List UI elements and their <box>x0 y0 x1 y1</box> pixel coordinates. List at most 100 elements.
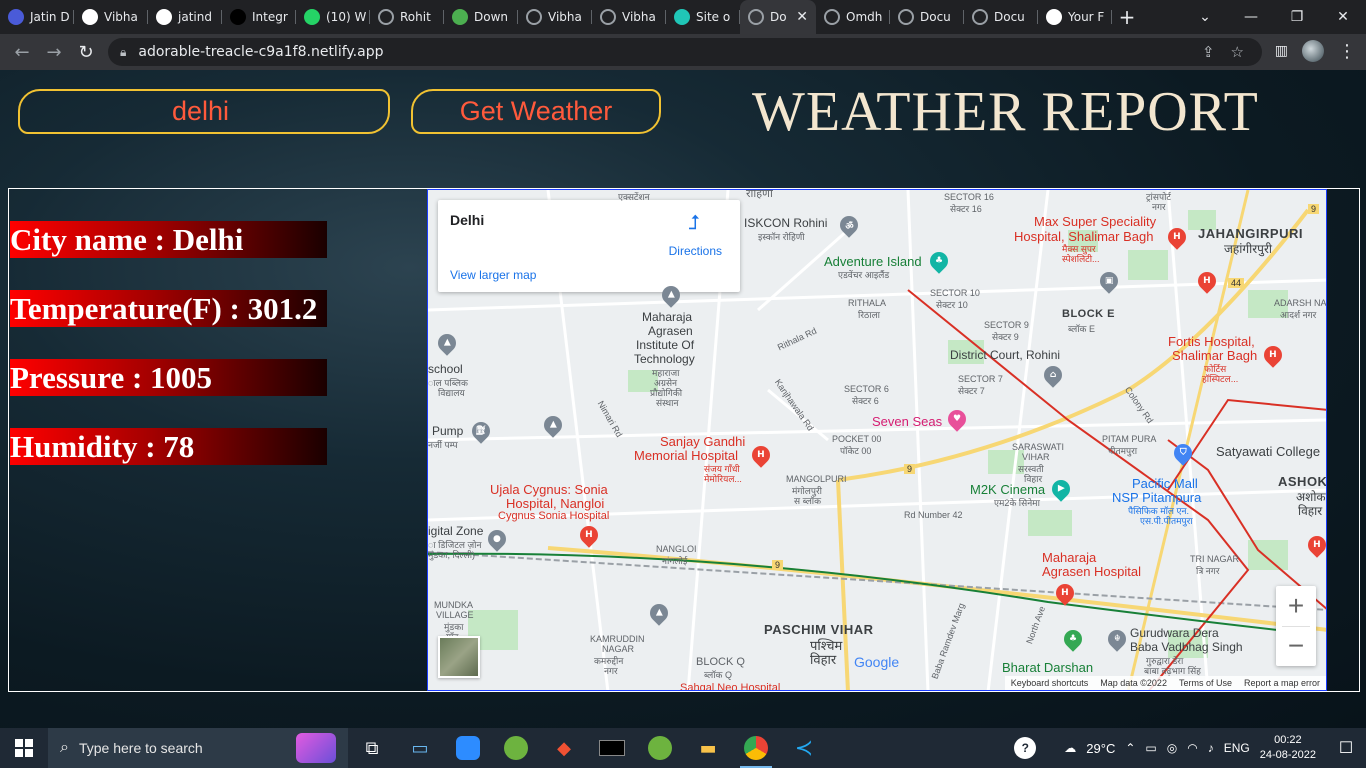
satellite-toggle[interactable] <box>438 636 480 678</box>
windows-taskbar: ⌕ Type here to search ⧉ ▭ ◆ ▬ ≺ ? ☁ 29°C… <box>0 728 1366 768</box>
menu-kebab-icon[interactable]: ⋮ <box>1338 41 1356 62</box>
pressure-line: Pressure : 1005 <box>10 359 327 396</box>
language-indicator[interactable]: ENG <box>1224 741 1250 755</box>
map-label: ISKCON Rohini <box>744 216 828 230</box>
get-weather-button[interactable]: Get Weather <box>411 89 661 134</box>
battery-icon[interactable]: ▭ <box>1145 741 1156 755</box>
map-label: नगर <box>1152 202 1166 212</box>
camera-icon[interactable]: ◎ <box>1167 741 1177 755</box>
close-tab-icon[interactable]: ✕ <box>796 9 808 25</box>
directions-icon[interactable]: ⮥ <box>684 212 704 232</box>
map-label: M2K Cinema <box>970 482 1046 497</box>
github-icon <box>1046 9 1062 25</box>
minimize-button[interactable]: — <box>1228 9 1274 25</box>
search-icon: ⌕ <box>60 739 69 756</box>
share-icon[interactable]: ⇪ <box>1202 43 1215 61</box>
url-text: adorable-treacle-c9a1f8.netlify.app <box>138 44 384 60</box>
windows-logo-icon <box>15 739 33 757</box>
file-transfer-icon[interactable]: ▭ <box>396 728 444 768</box>
spring-tool-icon-2[interactable] <box>636 728 684 768</box>
forward-button[interactable]: → <box>38 42 70 63</box>
side-panel-icon[interactable]: ▥ <box>1275 43 1288 59</box>
browser-tab[interactable]: Jatin D <box>0 0 74 34</box>
restore-button[interactable]: ❐ <box>1274 9 1320 25</box>
reload-button[interactable]: ↻ <box>70 42 102 63</box>
help-icon[interactable]: ? <box>1014 737 1037 759</box>
terminal-icon[interactable] <box>588 728 636 768</box>
volume-icon[interactable]: ♪ <box>1208 741 1214 755</box>
browser-tab[interactable]: Docu <box>890 0 964 34</box>
map-place-title: Delhi <box>450 212 485 228</box>
new-tab-button[interactable]: + <box>1112 5 1142 29</box>
browser-tab[interactable]: Do ✕ <box>740 0 816 34</box>
browser-tab[interactable]: Site o <box>666 0 740 34</box>
browser-tab[interactable]: Down <box>444 0 518 34</box>
map-label: KAMRUDDIN <box>590 634 645 644</box>
bookmark-star-icon[interactable]: ☆ <box>1231 43 1244 61</box>
vscode-icon[interactable]: ≺ <box>780 728 828 768</box>
close-window-button[interactable]: ✕ <box>1320 9 1366 25</box>
tab-label: Site o <box>696 10 731 24</box>
report-error-link[interactable]: Report a map error <box>1244 676 1320 690</box>
browser-tab[interactable]: Omdh <box>816 0 890 34</box>
notification-icon[interactable]: ☐ <box>1326 738 1366 758</box>
jp-icon <box>8 9 24 25</box>
map-label: PITAM PURA <box>1102 434 1157 444</box>
wifi-icon[interactable]: ◠ <box>1187 741 1197 755</box>
git-icon[interactable]: ◆ <box>540 728 588 768</box>
browser-tab[interactable]: Docu <box>964 0 1038 34</box>
weather-temp[interactable]: 29°C <box>1086 741 1115 756</box>
task-view-icon[interactable]: ⧉ <box>348 728 396 768</box>
zoom-app-icon[interactable] <box>444 728 492 768</box>
taskbar-search-box[interactable]: ⌕ Type here to search <box>48 728 348 768</box>
clock-time: 00:22 <box>1274 734 1302 746</box>
tab-label: Do <box>770 10 787 24</box>
clock[interactable]: 00:22 24-08-2022 <box>1260 733 1316 763</box>
globe-icon <box>526 9 542 25</box>
browser-tab[interactable]: Vibha <box>592 0 666 34</box>
browser-tab[interactable]: (10) W <box>296 0 370 34</box>
zoom-out-button[interactable]: − <box>1276 626 1316 666</box>
file-explorer-icon[interactable]: ▬ <box>684 728 732 768</box>
map-label: Maharaja <box>1042 550 1097 565</box>
map-label: मेमोरियल... <box>704 474 742 484</box>
browser-tab[interactable]: jatind <box>148 0 222 34</box>
browser-tab[interactable]: Rohit <box>370 0 444 34</box>
map-label: सेक्टर 6 <box>852 396 879 406</box>
start-button[interactable] <box>0 728 48 768</box>
zoom-in-button[interactable]: + <box>1276 586 1316 626</box>
city-input[interactable] <box>18 89 390 134</box>
zoom-control: + − <box>1276 586 1316 666</box>
chevron-up-icon[interactable]: ⌃ <box>1125 741 1135 755</box>
city-name-line: City name : Delhi <box>10 221 327 258</box>
browser-tab[interactable]: Integr <box>222 0 296 34</box>
tab-search-icon[interactable]: ⌄ <box>1182 9 1228 25</box>
back-button[interactable]: ← <box>6 42 38 63</box>
chrome-icon[interactable] <box>732 728 780 768</box>
keyboard-shortcuts-link[interactable]: Keyboard shortcuts <box>1011 676 1089 690</box>
map-label: नांगलोई <box>662 556 688 566</box>
map-label: BLOCK Q <box>696 656 745 668</box>
terms-link[interactable]: Terms of Use <box>1179 676 1232 690</box>
browser-tab[interactable]: Vibha <box>74 0 148 34</box>
spring-tool-icon[interactable] <box>492 728 540 768</box>
browser-tab[interactable]: Your F <box>1038 0 1112 34</box>
weather-icon[interactable]: ☁ <box>1064 741 1076 755</box>
tab-label: Docu <box>994 10 1025 24</box>
map-label: सेक्टर 7 <box>958 386 985 396</box>
search-highlight-icon[interactable] <box>296 733 336 763</box>
address-bar-row: ← → ↻ 🔒︎ adorable-treacle-c9a1f8.netlify… <box>0 34 1366 70</box>
map-label: JAHANGIRPURI <box>1198 226 1303 241</box>
profile-avatar[interactable] <box>1302 40 1324 62</box>
map-label: NANGLOI <box>656 544 697 554</box>
map-label: Gurudwara Dera <box>1130 626 1219 640</box>
map-label: ADARSH NAGAR <box>1274 298 1327 308</box>
directions-link[interactable]: Directions <box>669 244 722 258</box>
view-larger-map-link[interactable]: View larger map <box>450 268 536 282</box>
map-label: Sahgal Neo Hospital <box>680 682 781 691</box>
page-title: WEATHER REPORT <box>752 81 1259 143</box>
url-field[interactable]: 🔒︎ adorable-treacle-c9a1f8.netlify.app ⇪… <box>108 38 1262 66</box>
map-attribution: Keyboard shortcuts Map data ©2022 Terms … <box>1004 676 1326 690</box>
browser-tab[interactable]: Vibha <box>518 0 592 34</box>
google-map-embed[interactable]: Delhi ⮥ Directions View larger map एक्सट… <box>427 189 1327 691</box>
